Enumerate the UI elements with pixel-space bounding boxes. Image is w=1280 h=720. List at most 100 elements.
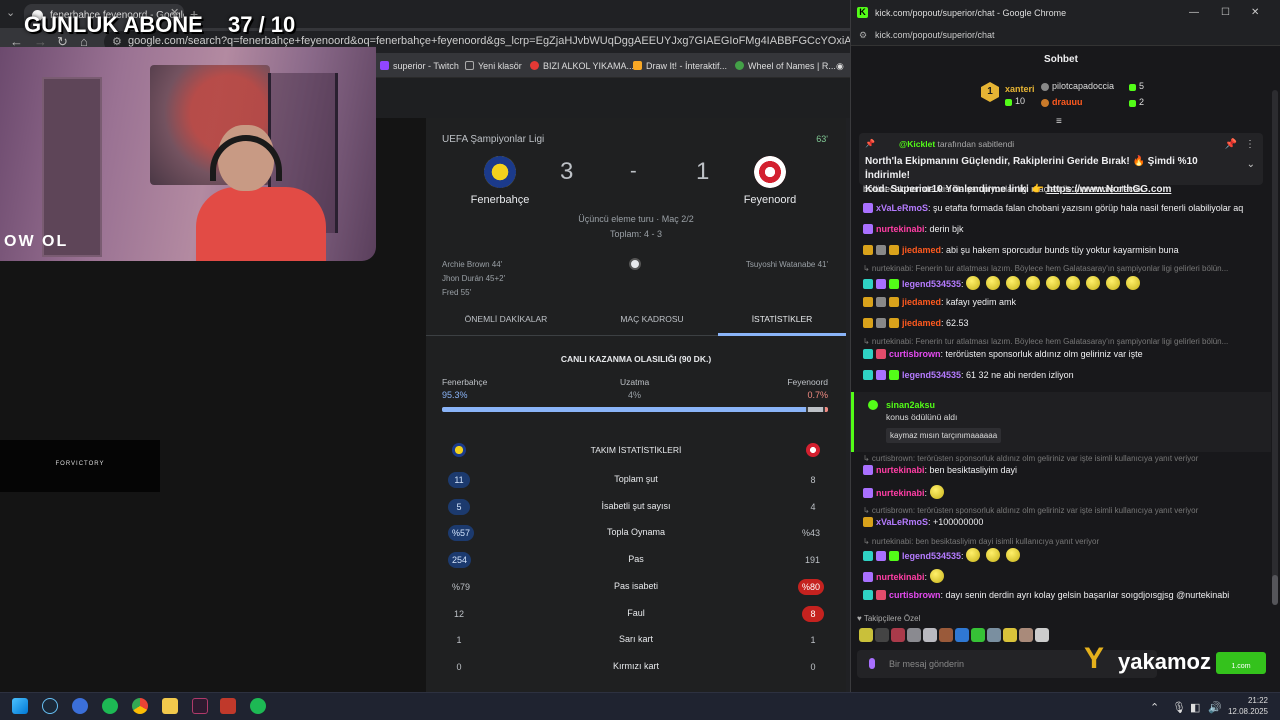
more-options-icon[interactable]: ⋮ (1245, 139, 1255, 150)
emote-icon[interactable] (971, 628, 985, 642)
maximize-icon[interactable]: ☐ (1221, 7, 1230, 18)
microphone-icon[interactable] (869, 658, 875, 669)
bookmark-item[interactable]: superior - Twitch (380, 61, 459, 71)
spotify-icon[interactable] (102, 698, 118, 714)
sub-badge-icon (876, 349, 886, 359)
expand-chevron-icon[interactable]: ⌄ (1247, 159, 1255, 170)
steam-icon[interactable] (42, 698, 58, 714)
chat-message[interactable]: nurtekinabi: (863, 569, 1263, 583)
win-prob-away-label: Feyenoord (787, 377, 828, 387)
vip-badge-icon (863, 318, 873, 328)
vip-badge-icon (863, 245, 873, 255)
leaderboard-second[interactable]: pilotcapadoccia (1041, 81, 1114, 91)
system-clock[interactable]: 21:22 12.08.2025 (1228, 695, 1268, 717)
active-tab-indicator (718, 333, 846, 336)
league-name[interactable]: UEFA Şampiyonlar Ligi (442, 134, 544, 145)
reply-context[interactable]: ↳ curtisbrown: terörüsten sponsorluk ald… (863, 506, 1263, 515)
win-prob-draw-fill (808, 407, 824, 412)
redeem-user[interactable]: sinan2aksu (886, 400, 935, 410)
scroll-indicator-icon[interactable]: ≡ (1056, 116, 1062, 127)
home-team-name[interactable]: Fenerbahçe (440, 194, 560, 206)
subscriber-goal-label: GUNLUK ABONE (24, 12, 203, 37)
reply-context[interactable]: ↳ nurtekinabi: Fenerin tur atlatması laz… (863, 337, 1263, 346)
spotify-icon[interactable] (250, 698, 266, 714)
emote-icon[interactable] (955, 628, 969, 642)
bookmark-item[interactable]: Wheel of Names | R... (735, 61, 836, 71)
tab-list-icon[interactable]: ⌄ (6, 6, 15, 19)
chat-message[interactable]: nurtekinabi: derin bjk (863, 224, 1263, 234)
emote-icon[interactable] (1035, 628, 1049, 642)
tab-key-moments[interactable]: ÖNEMLİ DAKİKALAR (436, 314, 576, 324)
emote-icon[interactable] (907, 628, 921, 642)
chat-message[interactable]: nurtekinabi: (863, 485, 1263, 499)
scorer: Tsuyoshi Watanabe 41' (745, 260, 828, 269)
leaderboard-third[interactable]: drauuu (1041, 97, 1083, 107)
chat-scrollbar[interactable] (1272, 90, 1278, 605)
chat-message[interactable]: xVaLeRmoS: şu etafta formada falan choba… (863, 203, 1263, 213)
chat-message[interactable]: xVaLeRmoS: +100000000 (863, 517, 1263, 527)
chat-message[interactable]: jiedamed: kafayı yedim amk (863, 297, 1263, 307)
win-prob-home-label: Fenerbahçe (442, 377, 488, 387)
microphone-icon[interactable]: 🎙 (1172, 701, 1186, 714)
emote-icon[interactable] (939, 628, 953, 642)
gift-leaderboard: 1 xanteri 10 pilotcapadoccia 5 drauuu 2 (851, 76, 1271, 116)
unpin-icon[interactable]: 📌 (1225, 139, 1237, 150)
pinned-link[interactable]: https://www.NorthGG.com (1047, 184, 1172, 195)
emote-icon[interactable] (1019, 628, 1033, 642)
stat-away-value: %80 (797, 578, 824, 595)
bookmark-item[interactable]: Draw It! - İnteraktif... (633, 61, 727, 71)
volume-icon[interactable]: 🔊 (1208, 701, 1222, 714)
stat-label: Toplam şut (614, 474, 658, 484)
chat-message[interactable]: jiedamed: abi şu hakem sporcudur bunds t… (863, 245, 1263, 255)
minimize-icon[interactable]: — (1189, 7, 1199, 18)
network-icon[interactable]: ◧ (1190, 701, 1200, 714)
webcam-logo: OW OL (4, 233, 69, 250)
chat-message[interactable]: nurtekinabi: ben besiktasliyim dayi (863, 465, 1263, 475)
emote-icon[interactable] (891, 628, 905, 642)
bookmark-folder[interactable]: Yeni klasör (465, 61, 522, 71)
away-team-name[interactable]: Feyenoord (710, 194, 830, 206)
bookmark-favicon-icon (633, 61, 642, 70)
chat-window-urlbar[interactable]: ⚙ kick.com/popout/superior/chat (851, 26, 1280, 46)
tray-chevron-icon[interactable]: ⌃ (1150, 701, 1159, 714)
reply-context[interactable]: ↳ nurtekinabi: ben besiktasliyim dayi is… (863, 537, 1263, 546)
match-round: Üçüncü eleme turu · Maç 2/2 (578, 214, 694, 224)
stat-away-value: %43 (801, 528, 820, 539)
gift-icon (1129, 100, 1136, 107)
chat-message-list: bölünecek hemde ikisi de şampiyonlar lig… (851, 182, 1271, 612)
app-icon[interactable] (72, 698, 88, 714)
chat-message[interactable]: curtisbrown: dayı senin derdin ayrı kola… (863, 590, 1263, 600)
tab-stats[interactable]: İSTATİSTİKLER (712, 314, 852, 324)
chrome-icon[interactable] (132, 698, 148, 714)
fenerbahce-crest-icon[interactable] (484, 156, 516, 188)
feyenoord-mini-crest-icon (806, 443, 820, 457)
chat-message[interactable]: legend534535: (863, 276, 1263, 290)
leaderboard-first-name[interactable]: xanteri (1005, 84, 1035, 94)
chat-window-title: kick.com/popout/superior/chat - Google C… (875, 8, 1067, 18)
tab-lineups[interactable]: MAÇ KADROSU (582, 314, 722, 324)
emote-icon[interactable] (859, 628, 873, 642)
chat-message[interactable]: legend534535: (863, 548, 1263, 562)
stat-label: Pas isabeti (613, 580, 659, 591)
file-explorer-icon[interactable] (162, 698, 178, 714)
emote-icon[interactable] (1003, 628, 1017, 642)
emote-icon[interactable] (923, 628, 937, 642)
reply-context[interactable]: ↳ curtisbrown: terörüsten sponsorluk ald… (863, 454, 1263, 463)
feyenoord-crest-icon[interactable] (754, 156, 786, 188)
chat-message[interactable]: legend534535: 61 32 ne abi nerden izliyo… (863, 370, 1263, 380)
site-info-icon[interactable]: ⚙ (859, 30, 867, 41)
emote-icon[interactable] (875, 628, 889, 642)
chat-message[interactable]: curtisbrown: terörüsten sponsorluk aldın… (863, 349, 1263, 359)
reply-context[interactable]: ↳ nurtekinabi: Fenerin tur atlatması laz… (863, 264, 1263, 273)
emote-icon[interactable] (987, 628, 1001, 642)
home-scorers: Archie Brown 44' Jhon Durán 45+2' Fred 5… (442, 258, 505, 300)
pinned-message[interactable]: 📌 @Kicklet tarafından sabitlendi North'l… (859, 133, 1263, 195)
app-icon[interactable] (192, 698, 208, 714)
close-window-icon[interactable]: ✕ (1251, 7, 1259, 18)
bookmark-item[interactable]: BIZI ALKOL YIKAMA... (530, 61, 634, 71)
globe-icon[interactable]: ◉ (836, 61, 844, 72)
app-icon[interactable] (220, 698, 236, 714)
scrollbar-thumb[interactable] (1272, 575, 1278, 605)
windows-start-icon[interactable] (12, 698, 28, 714)
chat-message[interactable]: jiedamed: 62.53 (863, 318, 1263, 328)
